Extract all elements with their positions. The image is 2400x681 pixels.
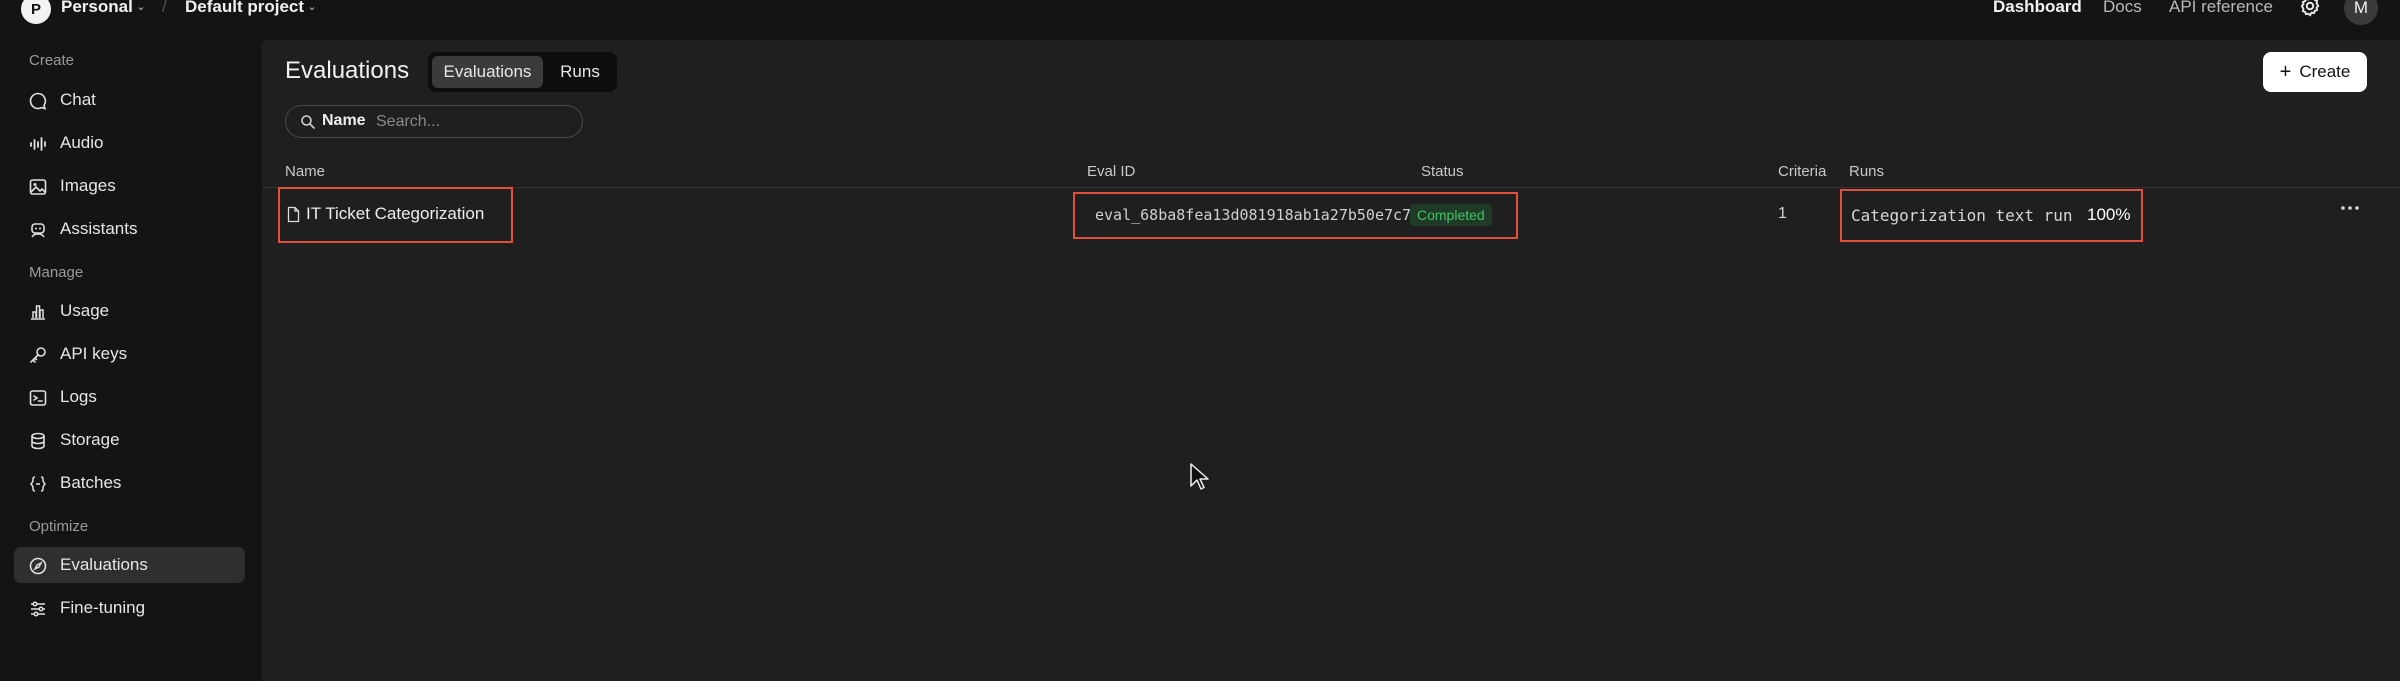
sidebar-item-label: Images (60, 176, 116, 195)
braces-icon (29, 476, 47, 492)
image-icon (29, 179, 47, 195)
page-title: Evaluations (285, 57, 410, 84)
section-label-manage: Manage (29, 264, 84, 281)
column-header-name[interactable]: Name (285, 163, 325, 180)
file-icon (287, 206, 300, 223)
sidebar-item-label: API keys (60, 344, 128, 363)
column-header-criteria[interactable]: Criteria (1778, 163, 1826, 180)
chat-bubble-icon (29, 92, 47, 110)
sidebar-item-label: Fine-tuning (60, 598, 146, 617)
sidebar: Create Chat Audio Images Assistants Mana… (0, 40, 262, 681)
sliders-icon (31, 601, 45, 617)
sidebar-item-label: Assistants (60, 219, 138, 238)
column-header-status[interactable]: Status (1421, 163, 1464, 180)
sidebar-item-label: Evaluations (60, 555, 148, 574)
project-switcher[interactable]: Default project (185, 0, 304, 17)
key-icon (30, 347, 46, 363)
runs-cell[interactable]: Categorization text run 100% (1840, 189, 2143, 242)
search-field[interactable]: Name (285, 105, 583, 138)
create-button[interactable]: + Create (2263, 52, 2367, 92)
nav-docs[interactable]: Docs (2103, 0, 2142, 17)
main-panel: Evaluations Evaluations Runs + Create Na… (262, 40, 2400, 681)
sidebar-item-images[interactable]: Images (14, 168, 245, 204)
tab-runs[interactable]: Runs (547, 56, 613, 88)
audio-waveform-icon (30, 137, 46, 151)
sidebar-item-label: Usage (60, 301, 110, 320)
sidebar-item-fine-tuning[interactable]: Fine-tuning (14, 590, 245, 626)
sidebar-item-storage[interactable]: Storage (14, 422, 245, 458)
table-divider (262, 187, 2400, 188)
criteria-count: 1 (1778, 205, 1787, 222)
breadcrumb-separator: / (162, 0, 167, 16)
more-options-icon[interactable] (2338, 200, 2362, 216)
column-header-runs[interactable]: Runs (1849, 163, 1884, 180)
sidebar-item-label: Logs (60, 387, 97, 406)
status-badge: Completed (1410, 204, 1492, 226)
plus-icon: + (2279, 61, 2292, 83)
sidebar-item-batches[interactable]: Batches (14, 465, 245, 501)
sidebar-item-label: Storage (60, 430, 120, 449)
search-input[interactable] (376, 110, 566, 133)
search-filter-label[interactable]: Name (322, 112, 366, 130)
org-switcher[interactable]: Personal (61, 0, 133, 17)
bar-chart-icon (31, 305, 45, 320)
nav-dashboard[interactable]: Dashboard (1993, 0, 2082, 17)
sidebar-item-usage[interactable]: Usage (14, 293, 245, 329)
eval-name-cell[interactable]: IT Ticket Categorization (278, 187, 513, 243)
mouse-cursor-icon (1190, 463, 1209, 490)
sidebar-item-chat[interactable]: Chat (14, 82, 245, 118)
section-label-create: Create (29, 52, 75, 69)
tab-evaluations[interactable]: Evaluations (432, 56, 543, 88)
org-avatar[interactable]: P (21, 0, 51, 24)
column-header-eval-id[interactable]: Eval ID (1087, 163, 1135, 180)
robot-icon (31, 223, 45, 238)
chevron-updown-icon[interactable]: ⌃ ⌄ (136, 0, 146, 13)
top-bar: P Personal ⌃ ⌄ / Default project ⌃ ⌄ Dashb… (0, 0, 2400, 40)
compass-icon (29, 557, 47, 575)
sidebar-item-label: Audio (60, 133, 104, 152)
chevron-updown-icon[interactable]: ⌃ ⌄ (307, 0, 317, 13)
nav-api-reference[interactable]: API reference (2169, 0, 2273, 17)
sidebar-item-assistants[interactable]: Assistants (14, 211, 245, 247)
database-icon (31, 432, 45, 450)
eval-name[interactable]: IT Ticket Categorization (306, 204, 484, 224)
run-score: 100% (2087, 205, 2131, 224)
search-icon (301, 115, 315, 129)
section-label-optimize: Optimize (29, 518, 89, 535)
create-button-label: Create (2299, 62, 2351, 81)
view-tabs: Evaluations Runs (428, 52, 617, 92)
user-avatar[interactable]: M (2344, 0, 2378, 25)
sidebar-item-label: Chat (60, 90, 96, 109)
sidebar-item-api-keys[interactable]: API keys (14, 336, 245, 372)
sidebar-item-logs[interactable]: Logs (14, 379, 245, 415)
gear-icon[interactable] (2297, 0, 2323, 19)
run-name[interactable]: Categorization text run (1851, 206, 2073, 225)
sidebar-item-evaluations[interactable]: Evaluations (14, 547, 245, 583)
sidebar-item-label: Batches (60, 473, 122, 492)
terminal-icon (29, 390, 47, 406)
sidebar-item-audio[interactable]: Audio (14, 125, 245, 161)
eval-id-status-cell: eval_68ba8fea13d081918ab1a27b50e7c720 Co… (1073, 192, 1518, 239)
eval-id[interactable]: eval_68ba8fea13d081918ab1a27b50e7c720 (1095, 206, 1429, 224)
